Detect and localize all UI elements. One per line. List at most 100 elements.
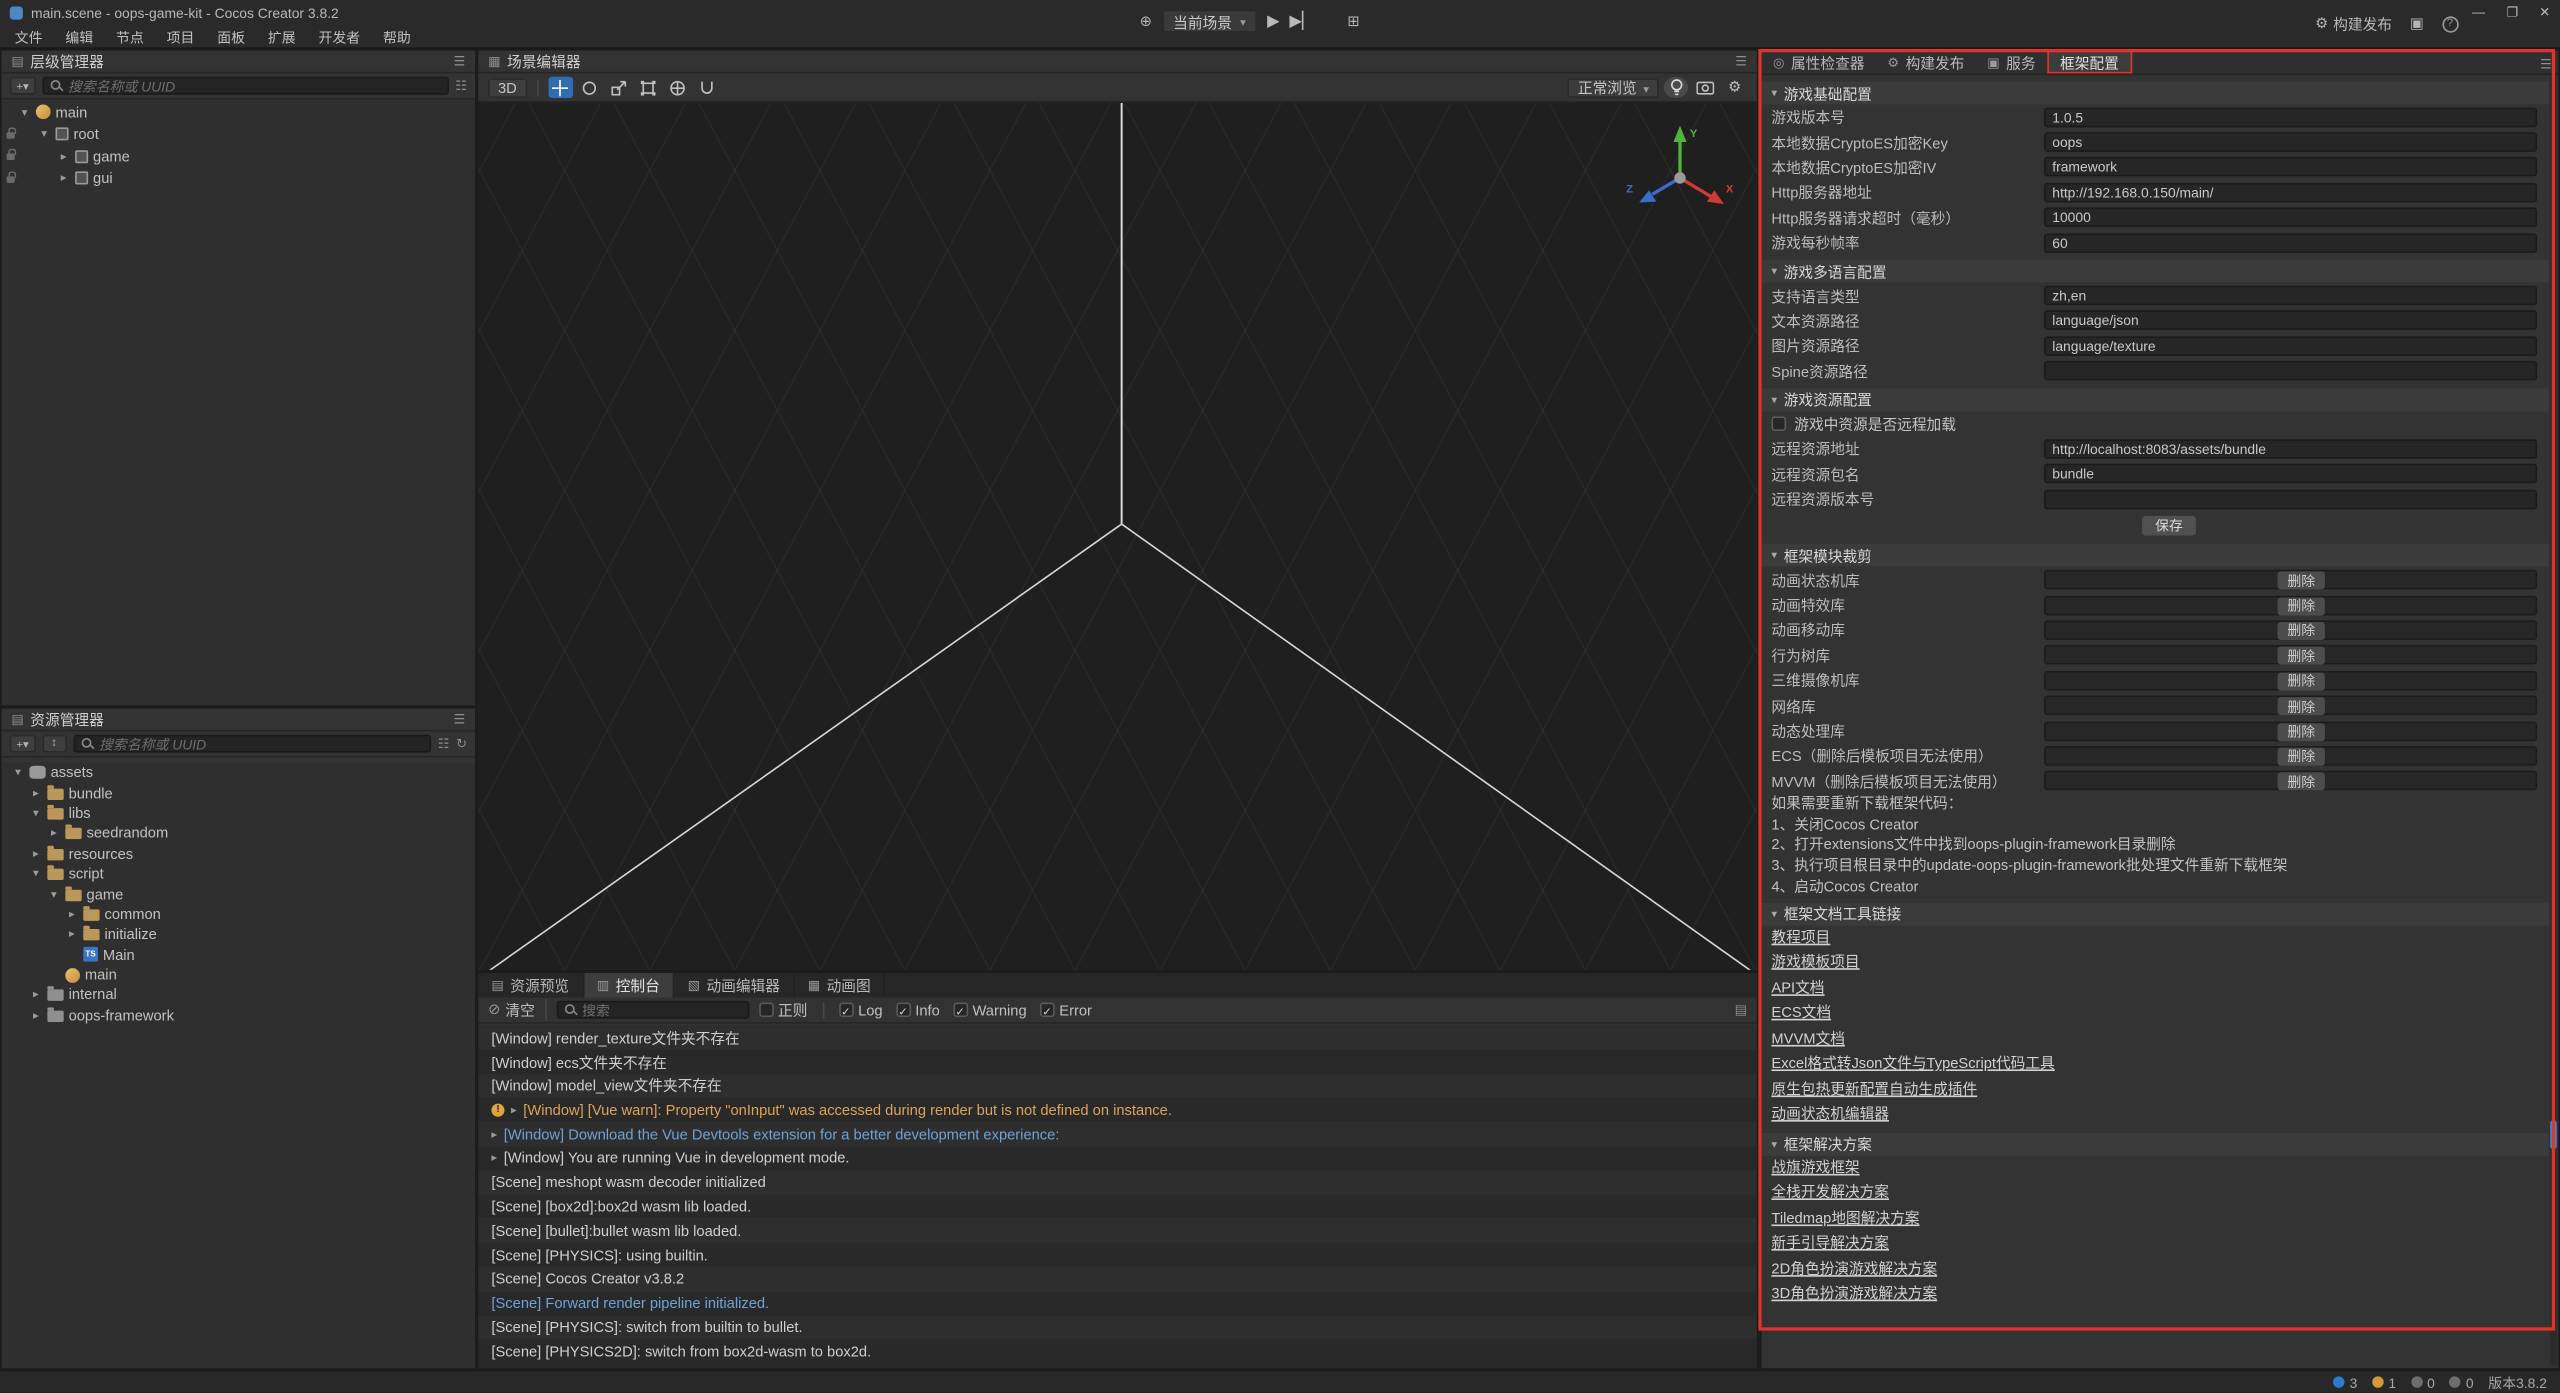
log-row[interactable]: [Window] ecs文件夹不存在 bbox=[478, 1049, 1756, 1073]
field-input[interactable] bbox=[2044, 464, 2537, 484]
menu-item[interactable]: 扩展 bbox=[256, 26, 307, 49]
section-header-modules[interactable]: 框架模块裁剪 bbox=[1762, 544, 2549, 567]
console-tab[interactable]: ▤ 资源预览 bbox=[478, 973, 583, 997]
hierarchy-node[interactable]: ▾ root bbox=[2, 123, 475, 145]
log-filter-checkbox[interactable]: Info bbox=[896, 1002, 940, 1018]
remote-load-checkbox[interactable] bbox=[1771, 416, 1786, 431]
doc-link[interactable]: 教程项目 bbox=[1771, 928, 1830, 944]
field-input[interactable] bbox=[2044, 157, 2537, 177]
filter-icon[interactable] bbox=[438, 736, 450, 751]
refresh-icon[interactable]: ↻ bbox=[456, 736, 467, 751]
clear-console-button[interactable]: 清空 bbox=[488, 999, 546, 1020]
log-filter-checkbox[interactable]: Error bbox=[1040, 1002, 1092, 1018]
log-row[interactable]: [Scene] [bullet]:bullet wasm lib loaded. bbox=[478, 1219, 1756, 1243]
delete-module-button[interactable]: 删除 bbox=[2278, 773, 2325, 791]
close-button[interactable]: ✕ bbox=[2539, 5, 2550, 20]
inspector-tab[interactable]: ▣ 服务 bbox=[1976, 51, 2047, 74]
hierarchy-node[interactable]: ▸ game bbox=[2, 145, 475, 167]
log-row[interactable]: [Window] Download the Vue Devtools exten… bbox=[478, 1122, 1756, 1146]
log-filter-checkbox[interactable]: Warning bbox=[953, 1002, 1027, 1018]
play-button[interactable]: ▶ bbox=[1267, 12, 1280, 30]
log-row[interactable]: [Window] You are running Vue in developm… bbox=[478, 1146, 1756, 1170]
rotate-tool-icon[interactable] bbox=[577, 77, 601, 98]
log-row[interactable]: [Scene] Forward render pipeline initiali… bbox=[478, 1291, 1756, 1315]
doc-link[interactable]: ECS文档 bbox=[1771, 1004, 1831, 1020]
log-row[interactable]: [Window] model_view文件夹不存在 bbox=[478, 1074, 1756, 1098]
field-input[interactable] bbox=[2044, 361, 2537, 381]
field-input[interactable] bbox=[2044, 439, 2537, 459]
console-search-input[interactable] bbox=[582, 1002, 740, 1018]
expand-arrow-icon[interactable]: ▸ bbox=[65, 928, 78, 941]
solution-link[interactable]: 战旗游戏框架 bbox=[1771, 1158, 1859, 1174]
console-tab[interactable]: ▥ 控制台 bbox=[584, 973, 675, 997]
log-row[interactable]: [Window] render_texture文件夹不存在 bbox=[478, 1025, 1756, 1049]
asset-node[interactable]: Main bbox=[2, 945, 475, 965]
expand-arrow-icon[interactable]: ▾ bbox=[29, 867, 42, 880]
doc-link[interactable]: API文档 bbox=[1771, 979, 1824, 995]
log-row[interactable]: [Scene] meshopt wasm decoder initialized bbox=[478, 1170, 1756, 1194]
snap-tool-icon[interactable] bbox=[695, 77, 719, 98]
expand-arrow-icon[interactable]: ▸ bbox=[29, 786, 42, 799]
inspector-scrollbar[interactable] bbox=[2550, 75, 2557, 1365]
expand-arrow-icon[interactable]: ▾ bbox=[11, 766, 24, 779]
platform-icon[interactable]: ⊕ bbox=[1140, 12, 1152, 30]
field-input[interactable] bbox=[2044, 489, 2537, 509]
save-button[interactable]: 保存 bbox=[2142, 516, 2196, 536]
expand-arrow-icon[interactable]: ▸ bbox=[29, 1009, 42, 1022]
inspector-tab[interactable]: ⚙ 构建发布 bbox=[1876, 51, 1976, 74]
solution-link[interactable]: 2D角色扮演游戏解决方案 bbox=[1771, 1260, 1937, 1276]
assets-search[interactable] bbox=[73, 735, 431, 753]
menu-item[interactable]: 面板 bbox=[206, 26, 257, 49]
expand-arrow-icon[interactable]: ▾ bbox=[18, 106, 31, 119]
status-count[interactable]: 1 bbox=[2372, 1374, 2396, 1390]
scene-gear-icon[interactable]: ⚙ bbox=[1722, 77, 1746, 98]
asset-node[interactable]: ▸ resources bbox=[2, 843, 475, 863]
scene-viewport[interactable]: Y X Z bbox=[478, 103, 1756, 970]
minimize-button[interactable]: — bbox=[2472, 5, 2485, 20]
maximize-button[interactable]: ❐ bbox=[2506, 5, 2518, 20]
step-button[interactable]: ▶▏ bbox=[1289, 12, 1314, 30]
log-row[interactable]: [Window] [Vue warn]: Property "onInput" … bbox=[478, 1098, 1756, 1122]
field-input[interactable] bbox=[2044, 132, 2537, 152]
console-tab[interactable]: ▧ 动画编辑器 bbox=[675, 973, 795, 997]
scrollbar-thumb[interactable] bbox=[2550, 1120, 2557, 1149]
solution-link[interactable]: Tiledmap地图解决方案 bbox=[1771, 1209, 1919, 1225]
solution-link[interactable]: 全栈开发解决方案 bbox=[1771, 1184, 1889, 1200]
expand-arrow-icon[interactable]: ▸ bbox=[57, 150, 70, 163]
build-publish-button[interactable]: ⚙ 构建发布 bbox=[2315, 13, 2392, 34]
asset-node[interactable]: main bbox=[2, 965, 475, 985]
mode-3d-toggle[interactable]: 3D bbox=[488, 78, 526, 98]
asset-node[interactable]: ▾ game bbox=[2, 884, 475, 904]
log-expand-icon[interactable] bbox=[491, 1127, 497, 1140]
section-header-resources[interactable]: 游戏资源配置 bbox=[1762, 388, 2549, 411]
field-input[interactable] bbox=[2044, 183, 2537, 203]
solution-link[interactable]: 3D角色扮演游戏解决方案 bbox=[1771, 1285, 1937, 1301]
doc-link[interactable]: 游戏模板项目 bbox=[1771, 953, 1859, 969]
expand-arrow-icon[interactable]: ▸ bbox=[65, 908, 78, 921]
delete-module-button[interactable]: 删除 bbox=[2278, 647, 2325, 665]
panel-menu-icon[interactable] bbox=[454, 712, 466, 727]
view-options-icon[interactable] bbox=[455, 78, 467, 93]
console-options-icon[interactable] bbox=[1735, 1002, 1747, 1017]
rect-tool-icon[interactable] bbox=[636, 77, 660, 98]
menu-item[interactable]: 项目 bbox=[155, 26, 206, 49]
hierarchy-search[interactable] bbox=[42, 77, 449, 95]
asset-node[interactable]: ▾ assets bbox=[2, 762, 475, 782]
menu-item[interactable]: 编辑 bbox=[54, 26, 105, 49]
status-count[interactable]: 3 bbox=[2333, 1374, 2357, 1390]
assets-search-input[interactable] bbox=[99, 736, 423, 752]
delete-module-button[interactable]: 删除 bbox=[2278, 722, 2325, 740]
scene-select-dropdown[interactable]: 当前场景 bbox=[1162, 10, 1258, 33]
hierarchy-node[interactable]: ▾ main bbox=[2, 101, 475, 123]
axis-gizmo[interactable]: Y X Z bbox=[1623, 116, 1737, 230]
asset-node[interactable]: ▸ initialize bbox=[2, 924, 475, 944]
solution-link[interactable]: 新手引导解决方案 bbox=[1771, 1234, 1889, 1250]
expand-arrow-icon[interactable]: ▾ bbox=[29, 806, 42, 819]
doc-link[interactable]: 动画状态机编辑器 bbox=[1771, 1105, 1889, 1121]
log-expand-icon[interactable] bbox=[511, 1103, 517, 1116]
delete-module-button[interactable]: 删除 bbox=[2278, 672, 2325, 690]
delete-module-button[interactable]: 删除 bbox=[2278, 622, 2325, 640]
doc-link[interactable]: MVVM文档 bbox=[1771, 1029, 1844, 1045]
log-row[interactable]: [Scene] Cocos Creator v3.8.2 bbox=[478, 1267, 1756, 1291]
world-axis-tool-icon[interactable] bbox=[665, 77, 689, 98]
